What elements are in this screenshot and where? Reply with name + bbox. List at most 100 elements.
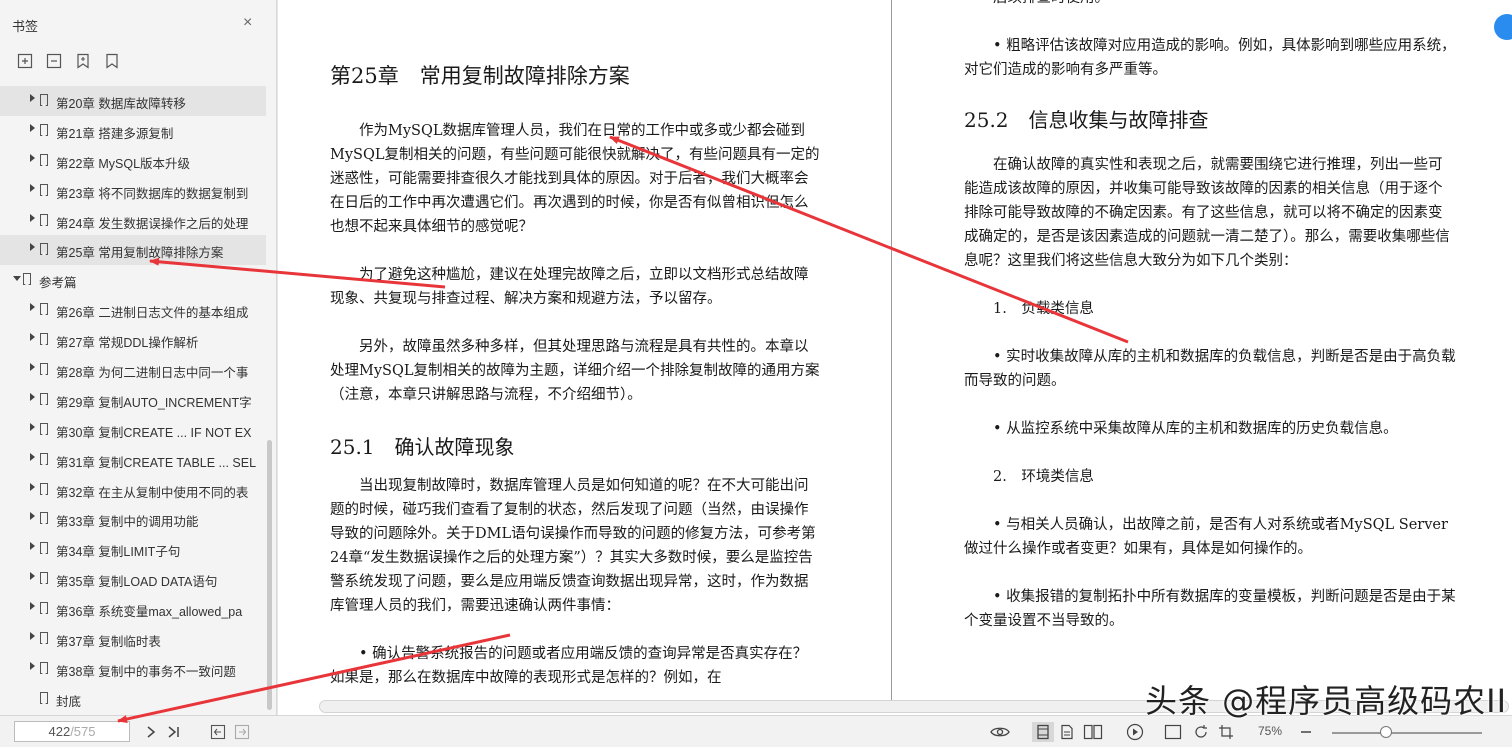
chapter-title: 第25章 常用复制故障排除方案 [330, 64, 630, 88]
chevron-right-icon[interactable] [30, 153, 35, 162]
chevron-right-icon[interactable] [30, 363, 35, 372]
bookmark-icon [40, 452, 48, 465]
document-viewer: 第25章 常用复制故障排除方案 作为MySQL数据库管理人员，我们在日常的工作中… [278, 0, 1512, 715]
chevron-right-icon[interactable] [30, 482, 35, 491]
bookmark-icon[interactable] [103, 52, 121, 70]
chevron-right-icon[interactable] [30, 94, 35, 102]
bookmark-item[interactable]: 第30章 复制CREATE ... IF NOT EX [0, 415, 266, 445]
bookmark-icon [40, 572, 48, 585]
paragraph: • 与相关人员确认，出故障之前，是否有人对系统或者MySQL Server做过什… [964, 517, 1448, 557]
bookmark-item[interactable]: 第25章 常用复制故障排除方案 [0, 235, 266, 266]
bookmark-item[interactable]: 第31章 复制CREATE TABLE ... SEL [0, 445, 266, 475]
bookmark-icon [40, 632, 48, 645]
bookmark-item[interactable]: 第35章 复制LOAD DATA语句 [0, 564, 266, 594]
bookmark-item[interactable]: 第38章 复制中的事务不一致问题 [0, 654, 266, 684]
bookmark-item[interactable]: 第27章 常规DDL操作解析 [0, 325, 266, 355]
right-page: 后续排查时使用。 • 粗略评估该故障对应用造成的影响。例如，具体影响到哪些应用系… [964, 0, 1456, 633]
two-page-icon[interactable] [1083, 722, 1103, 742]
chevron-right-icon[interactable] [30, 333, 35, 342]
section-title: 25.1 确认故障现象 [330, 435, 515, 459]
single-page-icon[interactable] [1032, 722, 1054, 742]
chevron-right-icon[interactable] [30, 512, 35, 521]
continuous-page-icon[interactable] [1060, 722, 1074, 742]
bookmark-item[interactable]: 第34章 复制LIMIT子句 [0, 534, 266, 564]
zoom-slider[interactable] [1332, 732, 1482, 734]
bookmark-item[interactable]: 第32章 在主从复制中使用不同的表 [0, 475, 266, 505]
bookmark-label: 第25章 常用复制故障排除方案 [56, 246, 224, 261]
bookmark-icon [23, 273, 31, 286]
bookmark-label: 第26章 二进制日志文件的基本组成 [56, 306, 249, 321]
list-heading: 1. 负载类信息 [993, 301, 1094, 317]
chevron-right-icon[interactable] [30, 183, 35, 192]
paragraph: 为了避免这种尴尬，建议在处理完故障之后，立即以文档形式总结故障现象、共复现与排查… [330, 267, 809, 307]
bookmark-item[interactable]: 第26章 二进制日志文件的基本组成 [0, 295, 266, 325]
bookmark-item[interactable]: 第36章 系统变量max_allowed_pa [0, 594, 266, 624]
sidebar-scrollbar[interactable] [267, 440, 272, 710]
chevron-right-icon[interactable] [30, 452, 35, 461]
chevron-right-icon[interactable] [30, 542, 35, 551]
chevron-right-icon[interactable] [30, 303, 35, 312]
chevron-right-icon[interactable] [30, 213, 35, 222]
bookmark-icon [40, 422, 48, 435]
rotate-icon[interactable] [1193, 722, 1209, 742]
bookmark-icon [40, 542, 48, 555]
expand-all-icon[interactable] [16, 52, 34, 70]
chevron-right-icon[interactable] [30, 243, 35, 252]
bookmark-label: 第24章 发生数据误操作之后的处理 [56, 216, 249, 231]
bookmark-label: 第36章 系统变量max_allowed_pa [56, 605, 243, 620]
zoom-level[interactable]: 75% [1258, 724, 1282, 738]
bookmark-item[interactable]: 第33章 复制中的调用功能 [0, 504, 266, 534]
chevron-right-icon[interactable] [30, 123, 35, 132]
chevron-right-icon[interactable] [30, 602, 35, 611]
bookmark-item[interactable]: 第28章 为何二进制日志中同一个事 [0, 355, 266, 385]
chevron-right-icon[interactable] [30, 572, 35, 581]
bookmark-icon [40, 333, 48, 346]
bookmark-item[interactable]: 第29章 复制AUTO_INCREMENT字 [0, 385, 266, 415]
next-page-icon[interactable] [145, 722, 157, 742]
bookmark-item[interactable]: 第37章 复制临时表 [0, 624, 266, 654]
list-heading: 2. 环境类信息 [993, 469, 1094, 485]
fit-page-icon[interactable] [1164, 722, 1182, 742]
bookmark-label: 第23章 将不同数据库的数据复制到 [56, 186, 249, 201]
bookmark-item[interactable]: 参考篇 [0, 265, 266, 295]
bookmark-icon [40, 363, 48, 376]
bookmark-item[interactable]: 封底 [0, 684, 266, 714]
bookmark-label: 第35章 复制LOAD DATA语句 [56, 575, 218, 590]
bookmark-label: 第33章 复制中的调用功能 [56, 515, 199, 530]
zoom-out-icon[interactable] [1300, 722, 1312, 742]
last-page-icon[interactable] [167, 722, 181, 742]
bookmark-label: 第34章 复制LIMIT子句 [56, 545, 181, 560]
chevron-right-icon[interactable] [30, 422, 35, 431]
left-page: 第25章 常用复制故障排除方案 作为MySQL数据库管理人员，我们在日常的工作中… [330, 60, 820, 690]
paragraph: • 粗略评估该故障对应用造成的影响。例如，具体影响到哪些应用系统，对它们造成的影… [964, 38, 1456, 78]
chevron-down-icon[interactable] [13, 276, 21, 282]
bookmark-item[interactable]: 第24章 发生数据误操作之后的处理 [0, 206, 266, 236]
bookmark-item[interactable]: 第21章 搭建多源复制 [0, 116, 266, 146]
play-icon[interactable] [1126, 722, 1144, 742]
chevron-right-icon[interactable] [30, 632, 35, 641]
back-icon[interactable] [210, 722, 226, 742]
add-bookmark-icon[interactable] [74, 52, 92, 70]
bookmark-item[interactable]: 第22章 MySQL版本升级 [0, 146, 266, 176]
chevron-right-icon[interactable] [30, 661, 35, 670]
bookmark-item[interactable]: 第20章 数据库故障转移 [0, 86, 266, 116]
bookmark-icon [40, 213, 48, 226]
eye-icon[interactable] [990, 722, 1010, 742]
close-icon[interactable]: × [243, 14, 252, 32]
bookmark-item[interactable]: 第23章 将不同数据库的数据复制到 [0, 176, 266, 206]
bookmark-icon [40, 153, 48, 166]
paragraph: • 确认告警系统报告的问题或者应用端反馈的查询异常是否真实存在？如果是，那么在数… [330, 646, 808, 686]
chevron-right-icon[interactable] [30, 392, 35, 401]
bookmark-toolbar [16, 52, 121, 70]
collapse-all-icon[interactable] [45, 52, 63, 70]
page-number-input[interactable]: 422/575 [14, 721, 130, 742]
bookmark-panel: 书签 × 第20章 数据库故障转移 第21章 搭建多源复制 第22章 MySQL版本… [0, 0, 277, 715]
page-total: /575 [70, 724, 96, 739]
forward-icon[interactable] [234, 722, 250, 742]
bookmark-label: 第28章 为何二进制日志中同一个事 [56, 366, 249, 381]
bookmark-label: 第22章 MySQL版本升级 [56, 156, 191, 171]
zoom-slider-handle[interactable] [1380, 726, 1392, 738]
crop-icon[interactable] [1218, 722, 1234, 742]
bookmark-icon [40, 661, 48, 674]
bookmark-icon [40, 243, 48, 256]
